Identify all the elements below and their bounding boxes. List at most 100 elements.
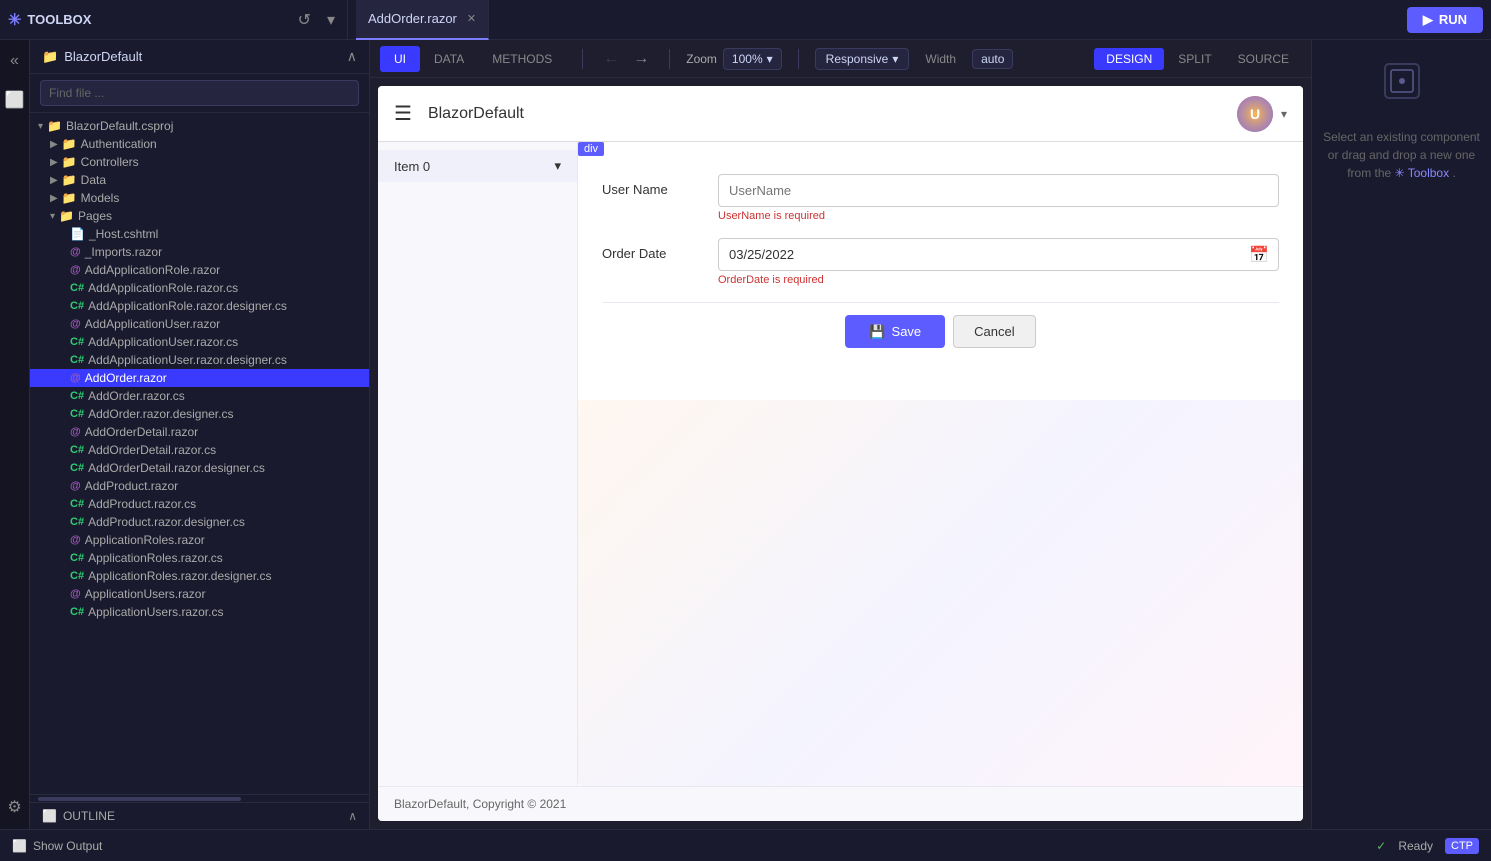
responsive-dropdown[interactable]: Responsive ▾ (815, 48, 910, 70)
tree-label: AddOrderDetail.razor.designer.cs (88, 461, 265, 475)
tree-label: AddOrderDetail.razor.cs (88, 443, 216, 457)
tree-item-addapplicationuser-designer[interactable]: C# AddApplicationUser.razor.designer.cs (30, 351, 369, 369)
cancel-button[interactable]: Cancel (953, 315, 1035, 348)
save-button[interactable]: 💾 Save (845, 315, 945, 348)
pages-icon[interactable]: ⬜ (5, 90, 25, 110)
tree-item-pages[interactable]: ▾ 📁 Pages (30, 207, 369, 225)
tree-item-addproduct[interactable]: @ AddProduct.razor (30, 477, 369, 495)
tree-item-addapplicationrole-designer[interactable]: C# AddApplicationRole.razor.designer.cs (30, 297, 369, 315)
form-row-username: User Name UserName is required (602, 174, 1279, 222)
tree-item-addproduct-designer[interactable]: C# AddProduct.razor.designer.cs (30, 513, 369, 531)
outline-header[interactable]: ⬜ OUTLINE ∧ (30, 803, 369, 829)
tree-label: ApplicationUsers.razor.cs (88, 605, 223, 619)
settings-icon[interactable]: ⚙ (7, 797, 21, 817)
tree-item-imports-razor[interactable]: @ _Imports.razor (30, 243, 369, 261)
tree-item-applicationroles[interactable]: @ ApplicationRoles.razor (30, 531, 369, 549)
outline-section: ⬜ OUTLINE ∧ (30, 802, 369, 829)
calendar-icon[interactable]: 📅 (1249, 245, 1269, 265)
form-container: div User Name UserName is required (578, 142, 1303, 786)
razor-icon: @ (70, 246, 81, 258)
view-design-button[interactable]: DESIGN (1094, 48, 1164, 70)
file-sidebar: 📁 BlazorDefault ∧ ▾ 📁 BlazorDefault.cspr… (30, 40, 370, 829)
chevron-right-icon: ▶ (50, 157, 58, 168)
tree-item-addorder-razor[interactable]: @ AddOrder.razor (30, 369, 369, 387)
redo-button[interactable]: → (629, 48, 653, 70)
tree-item-host-cshtml[interactable]: 📄 _Host.cshtml (30, 225, 369, 243)
tree-label: _Imports.razor (85, 245, 162, 259)
menu-icon[interactable]: ☰ (394, 101, 412, 126)
ctp-badge[interactable]: CTP (1445, 838, 1479, 854)
tree-item-applicationusers[interactable]: @ ApplicationUsers.razor (30, 585, 369, 603)
tree-label: AddApplicationUser.razor.designer.cs (88, 353, 287, 367)
top-bar: ✳ TOOLBOX ↺ ▾ AddOrder.razor ✕ ▶ RUN (0, 0, 1491, 40)
tree-item-controllers[interactable]: ▶ 📁 Controllers (30, 153, 369, 171)
view-split-button[interactable]: SPLIT (1166, 48, 1223, 70)
tree-label: _Host.cshtml (89, 227, 158, 241)
zoom-dropdown[interactable]: 100% ▾ (723, 48, 782, 70)
tree-item-addapplicationrole-razor[interactable]: @ AddApplicationRole.razor (30, 261, 369, 279)
tab-data[interactable]: DATA (420, 46, 478, 72)
run-button[interactable]: ▶ RUN (1407, 7, 1483, 33)
tree-item-data[interactable]: ▶ 📁 Data (30, 171, 369, 189)
top-bar-right: ▶ RUN (1407, 7, 1483, 33)
tab-addorder-razor[interactable]: AddOrder.razor ✕ (356, 0, 489, 40)
editor-tabs-bar: AddOrder.razor ✕ (348, 0, 1407, 40)
width-label: Width (925, 52, 956, 66)
toolbox-title: TOOLBOX (27, 12, 91, 27)
folder-icon: 📁 (62, 173, 77, 187)
chevron-down-icon: ▾ (767, 52, 773, 66)
cs-icon: C# (70, 516, 84, 528)
app-title: BlazorDefault (428, 105, 524, 123)
show-output-button[interactable]: ⬜ Show Output (12, 839, 102, 853)
tree-item-addorder-designer[interactable]: C# AddOrder.razor.designer.cs (30, 405, 369, 423)
tree-item-addorder-cs[interactable]: C# AddOrder.razor.cs (30, 387, 369, 405)
avatar-dropdown-icon[interactable]: ▾ (1281, 107, 1287, 121)
top-bar-left: ✳ TOOLBOX ↺ ▾ (8, 0, 348, 39)
tree-item-addapplicationrole-cs[interactable]: C# AddApplicationRole.razor.cs (30, 279, 369, 297)
tree-label: AddProduct.razor (85, 479, 178, 493)
tree-item-applicationroles-designer[interactable]: C# ApplicationRoles.razor.designer.cs (30, 567, 369, 585)
tree-item-addorderdetail[interactable]: @ AddOrderDetail.razor (30, 423, 369, 441)
folder-icon: 📁 (62, 137, 77, 151)
toolbar-separator (582, 49, 583, 69)
view-source-button[interactable]: SOURCE (1226, 48, 1301, 70)
sidebar-header: 📁 BlazorDefault ∧ (30, 40, 369, 74)
tab-close-button[interactable]: ✕ (467, 12, 476, 25)
razor-icon: @ (70, 534, 81, 546)
refresh-button[interactable]: ↺ (294, 8, 315, 32)
sidebar-collapse-button[interactable]: ∧ (347, 48, 357, 65)
tree-item-authentication[interactable]: ▶ 📁 Authentication (30, 135, 369, 153)
orderdate-label: Order Date (602, 238, 702, 261)
tree-item-addapplicationuser[interactable]: @ AddApplicationUser.razor (30, 315, 369, 333)
razor-icon: @ (70, 264, 81, 276)
collapse-icon[interactable]: « (10, 52, 19, 70)
folder-icon: 📁 (47, 119, 62, 133)
save-label: Save (892, 324, 922, 339)
orderdate-input[interactable] (718, 238, 1279, 271)
username-input[interactable] (718, 174, 1279, 207)
file-search-input[interactable] (40, 80, 359, 106)
left-icon-strip: « ⬜ ⚙ (0, 40, 30, 829)
undo-button[interactable]: ← (599, 48, 623, 70)
tab-ui[interactable]: UI (380, 46, 420, 72)
tree-item-applicationroles-cs[interactable]: C# ApplicationRoles.razor.cs (30, 549, 369, 567)
tree-item-addorderdetail-designer[interactable]: C# AddOrderDetail.razor.designer.cs (30, 459, 369, 477)
nav-item-label: Item 0 (394, 159, 430, 174)
user-avatar[interactable]: U (1237, 96, 1273, 132)
tree-label: ApplicationRoles.razor.cs (88, 551, 223, 565)
outline-collapse-icon: ∧ (348, 809, 357, 823)
tree-item-blazordefault-csproj[interactable]: ▾ 📁 BlazorDefault.csproj (30, 117, 369, 135)
tree-item-models[interactable]: ▶ 📁 Models (30, 189, 369, 207)
tree-item-addorderdetail-cs[interactable]: C# AddOrderDetail.razor.cs (30, 441, 369, 459)
app-bar: ☰ BlazorDefault (378, 86, 1303, 142)
more-button[interactable]: ▾ (323, 8, 339, 32)
tree-item-applicationusers-cs[interactable]: C# ApplicationUsers.razor.cs (30, 603, 369, 621)
tree-item-addapplicationuser-cs[interactable]: C# AddApplicationUser.razor.cs (30, 333, 369, 351)
nav-item-0[interactable]: Item 0 ▾ (378, 150, 577, 182)
center-panel: UI DATA METHODS ← → Zoom (370, 40, 1311, 829)
preview-footer: BlazorDefault, Copyright © 2021 (378, 786, 1303, 821)
chevron-right-icon: ▶ (50, 193, 58, 204)
tree-item-addproduct-cs[interactable]: C# AddProduct.razor.cs (30, 495, 369, 513)
preview-content: Item 0 ▾ div User (378, 142, 1303, 786)
tab-methods[interactable]: METHODS (478, 46, 566, 72)
